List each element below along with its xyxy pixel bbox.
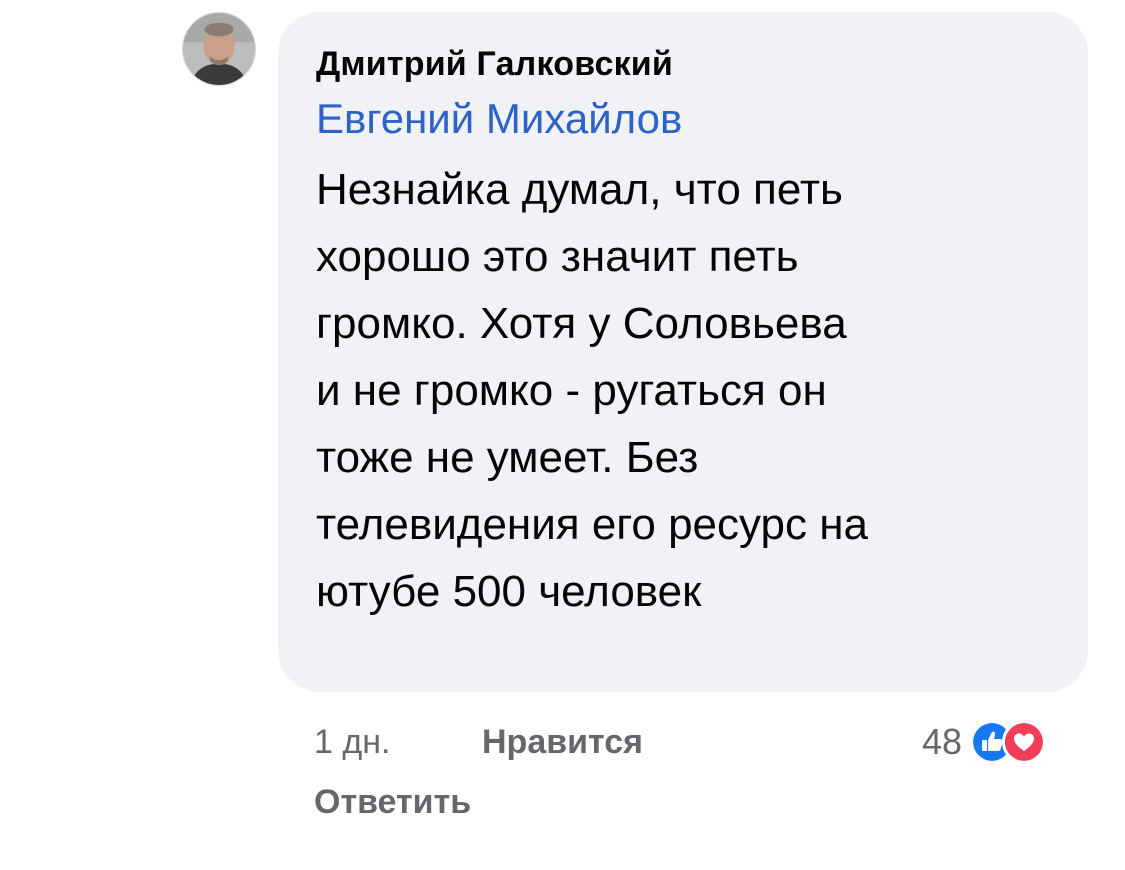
comment-text: Незнайка думал, что петь хорошо это знач…: [316, 165, 868, 616]
mention-link[interactable]: Евгений Михайлов: [316, 92, 1052, 146]
like-button[interactable]: Нравится: [482, 720, 643, 764]
reply-button[interactable]: Ответить: [314, 780, 471, 824]
comment-author-name[interactable]: Дмитрий Галковский: [316, 40, 1052, 88]
avatar[interactable]: [182, 12, 256, 86]
reaction-summary[interactable]: 48: [922, 718, 1047, 766]
reaction-count: 48: [922, 721, 963, 762]
comment-bubble: Дмитрий Галковский Евгений Михайлов Незн…: [278, 12, 1088, 692]
comment-timestamp[interactable]: 1 дн.: [314, 720, 390, 764]
love-icon: [1002, 720, 1047, 764]
